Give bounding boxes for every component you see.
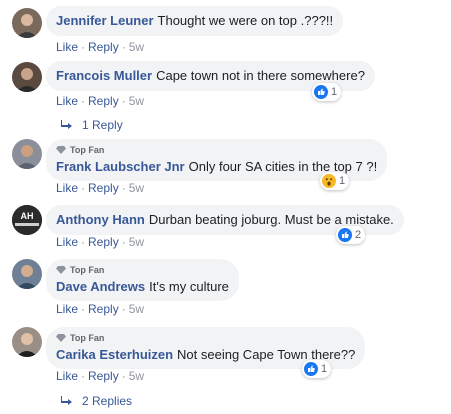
comment-text: Cape town not in there somewhere? (156, 68, 365, 83)
comment-time[interactable]: 5w (129, 40, 144, 54)
avatar[interactable] (12, 259, 42, 289)
comment-text: Only four SA cities in the top 7 ?! (188, 159, 378, 174)
reply-link[interactable]: Reply (88, 40, 119, 54)
top-fan-badge: Top Fan (56, 264, 229, 276)
comment-text: Not seeing Cape Town there?? (177, 347, 356, 362)
avatar-initials: AH (20, 211, 34, 221)
comment-text: Thought we were on top .???!! (157, 13, 334, 28)
view-replies-link[interactable]: 2 Replies (60, 394, 132, 408)
commenter-name[interactable]: Dave Andrews (56, 279, 145, 294)
diamond-icon (56, 146, 66, 154)
top-fan-badge: Top Fan (56, 144, 377, 156)
comment-actions: Like · Reply · 5w (56, 302, 145, 316)
reaction-count[interactable]: 2 (336, 226, 366, 244)
commenter-name[interactable]: Francois Muller (56, 68, 152, 83)
reply-arrow-icon (61, 120, 72, 129)
avatar[interactable] (12, 327, 42, 357)
commenter-name[interactable]: Carika Esterhuizen (56, 347, 173, 362)
avatar[interactable] (12, 8, 42, 38)
comment-actions: Like · Reply · 5w (56, 94, 145, 108)
avatar[interactable] (12, 62, 42, 92)
like-link[interactable]: Like (56, 369, 78, 383)
comment-time[interactable]: 5w (129, 302, 144, 316)
comment-time[interactable]: 5w (129, 181, 144, 195)
comment-text: Durban beating joburg. Must be a mistake… (148, 212, 394, 227)
like-link[interactable]: Like (56, 40, 78, 54)
comment-time[interactable]: 5w (129, 94, 144, 108)
commenter-name[interactable]: Anthony Hann (56, 212, 145, 227)
reply-arrow-icon (61, 396, 72, 405)
comment-time[interactable]: 5w (129, 235, 144, 249)
reply-link[interactable]: Reply (88, 302, 119, 316)
comment-actions: Like · Reply · 5w (56, 181, 145, 195)
comment-actions: Like · Reply · 5w (56, 235, 145, 249)
like-link[interactable]: Like (56, 235, 78, 249)
comment-bubble: Jennifer Leuner Thought we were on top .?… (46, 6, 344, 36)
reaction-count[interactable]: 1 (312, 83, 342, 101)
reply-link[interactable]: Reply (88, 181, 119, 195)
commenter-name[interactable]: Jennifer Leuner (56, 13, 154, 28)
like-icon (304, 362, 318, 376)
comment-actions: Like · Reply · 5w (56, 40, 145, 54)
comment-text: It's my culture (149, 279, 229, 294)
comment-bubble: Top Fan Dave Andrews It's my culture (46, 259, 239, 301)
like-link[interactable]: Like (56, 94, 78, 108)
reaction-count[interactable]: 1 (302, 360, 332, 378)
avatar[interactable] (12, 139, 42, 169)
reply-link[interactable]: Reply (88, 235, 119, 249)
like-icon (314, 85, 328, 99)
like-link[interactable]: Like (56, 181, 78, 195)
wow-icon (322, 174, 336, 188)
reply-link[interactable]: Reply (88, 369, 119, 383)
view-replies-link[interactable]: 1 Reply (60, 118, 123, 132)
like-icon (338, 228, 352, 242)
comment-time[interactable]: 5w (129, 369, 144, 383)
commenter-name[interactable]: Frank Laubscher Jnr (56, 159, 185, 174)
top-fan-badge: Top Fan (56, 332, 355, 344)
avatar[interactable]: AH (12, 205, 42, 235)
reply-link[interactable]: Reply (88, 94, 119, 108)
diamond-icon (56, 266, 66, 274)
reaction-count[interactable]: 1 (320, 172, 350, 190)
comment-actions: Like · Reply · 5w (56, 369, 145, 383)
diamond-icon (56, 334, 66, 342)
like-link[interactable]: Like (56, 302, 78, 316)
